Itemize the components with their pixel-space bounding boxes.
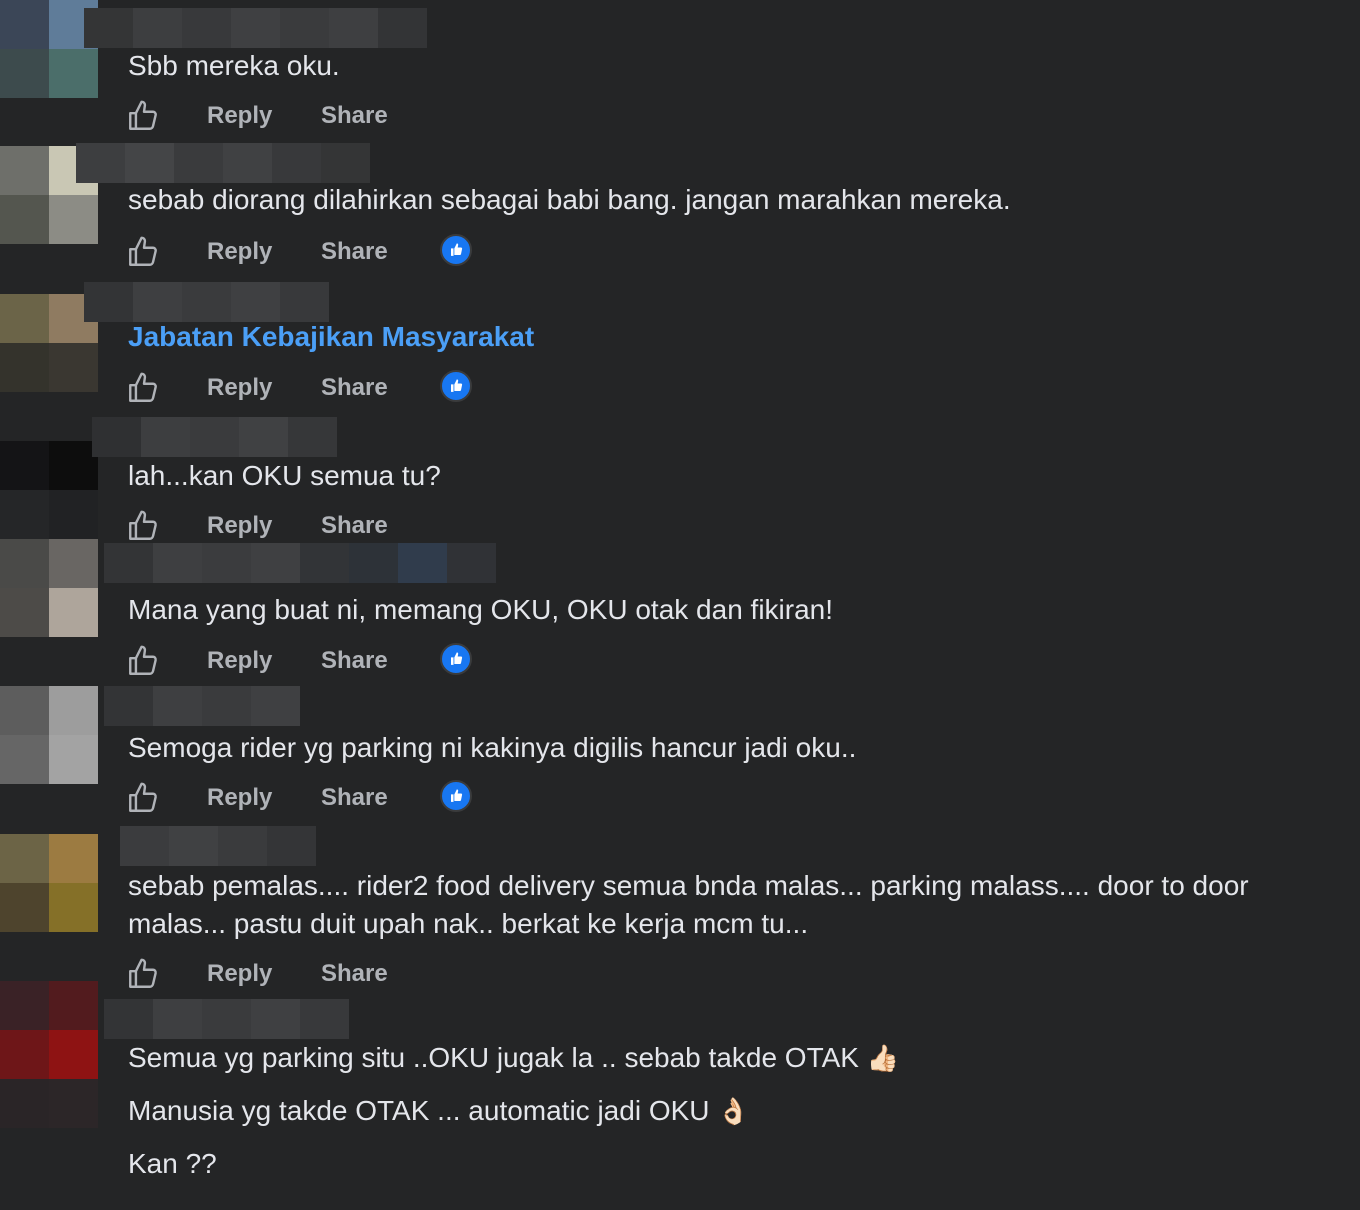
commenter-name[interactable] <box>92 417 337 457</box>
comment-text: sebab pemalas.... rider2 food delivery s… <box>128 870 1249 939</box>
like-reaction-icon[interactable] <box>440 370 472 402</box>
comment-actions: Reply Share <box>126 506 388 546</box>
reply-button[interactable]: Reply <box>207 512 272 540</box>
reply-button[interactable]: Reply <box>207 374 272 402</box>
avatar[interactable] <box>0 441 98 539</box>
comment-actions: Reply Share <box>126 232 472 272</box>
ok-hand-emoji-icon: 👌🏻 <box>717 1096 750 1126</box>
commenter-name[interactable] <box>76 143 370 183</box>
comment-text-line-3: Kan ?? <box>128 1145 217 1183</box>
avatar[interactable] <box>0 539 98 637</box>
thumbs-up-emoji-icon: 👍🏻 <box>866 1043 900 1073</box>
avatar[interactable] <box>0 834 98 932</box>
comment-text-line-2: Manusia yg takde OTAK ... automatic jadi… <box>128 1092 750 1130</box>
comment-text: sebab diorang dilahirkan sebagai babi ba… <box>128 184 1011 215</box>
reply-button[interactable]: Reply <box>207 647 272 675</box>
share-button[interactable]: Share <box>321 960 388 988</box>
comment-text: Sbb mereka oku. <box>128 50 340 81</box>
avatar[interactable] <box>0 981 98 1128</box>
commenter-name[interactable] <box>120 826 316 866</box>
share-button[interactable]: Share <box>321 512 388 540</box>
share-button[interactable]: Share <box>321 784 388 812</box>
comment-line-text: Manusia yg takde OTAK ... automatic jadi… <box>128 1095 710 1126</box>
commenter-name[interactable] <box>84 8 427 48</box>
share-button[interactable]: Share <box>321 374 388 402</box>
share-button[interactable]: Share <box>321 102 388 130</box>
mentioned-page-link[interactable]: Jabatan Kebajikan Masyarakat <box>128 318 534 356</box>
like-icon[interactable] <box>126 235 160 269</box>
comment-actions: Reply Share <box>126 96 388 136</box>
reply-button[interactable]: Reply <box>207 102 272 130</box>
share-button[interactable]: Share <box>321 647 388 675</box>
like-icon[interactable] <box>126 644 160 678</box>
comment-text-line-1: Semua yg parking situ ..OKU jugak la .. … <box>128 1039 899 1077</box>
like-icon[interactable] <box>126 781 160 815</box>
like-icon[interactable] <box>126 99 160 133</box>
share-button[interactable]: Share <box>321 238 388 266</box>
comment-actions: Reply Share <box>126 954 388 994</box>
comment-line-text: Semua yg parking situ ..OKU jugak la .. … <box>128 1042 859 1073</box>
comment-line-text: Kan ?? <box>128 1148 217 1179</box>
comment-actions: Reply Share <box>126 368 472 408</box>
comment-text: Semoga rider yg parking ni kakinya digil… <box>128 732 857 763</box>
comment-text: Mana yang buat ni, memang OKU, OKU otak … <box>128 594 834 625</box>
reply-button[interactable]: Reply <box>207 784 272 812</box>
commenter-name[interactable] <box>104 999 349 1039</box>
like-reaction-icon[interactable] <box>440 234 472 266</box>
comment-text: lah...kan OKU semua tu? <box>128 460 441 491</box>
like-reaction-icon[interactable] <box>440 643 472 675</box>
commenter-name[interactable] <box>104 686 300 726</box>
like-icon[interactable] <box>126 509 160 543</box>
reply-button[interactable]: Reply <box>207 238 272 266</box>
commenter-name[interactable] <box>84 282 329 322</box>
comment-actions: Reply Share <box>126 778 472 818</box>
commenter-name[interactable] <box>104 543 496 583</box>
reply-button[interactable]: Reply <box>207 960 272 988</box>
comment-actions: Reply Share <box>126 641 472 681</box>
like-reaction-icon[interactable] <box>440 780 472 812</box>
avatar[interactable] <box>0 686 98 784</box>
like-icon[interactable] <box>126 957 160 991</box>
like-icon[interactable] <box>126 371 160 405</box>
